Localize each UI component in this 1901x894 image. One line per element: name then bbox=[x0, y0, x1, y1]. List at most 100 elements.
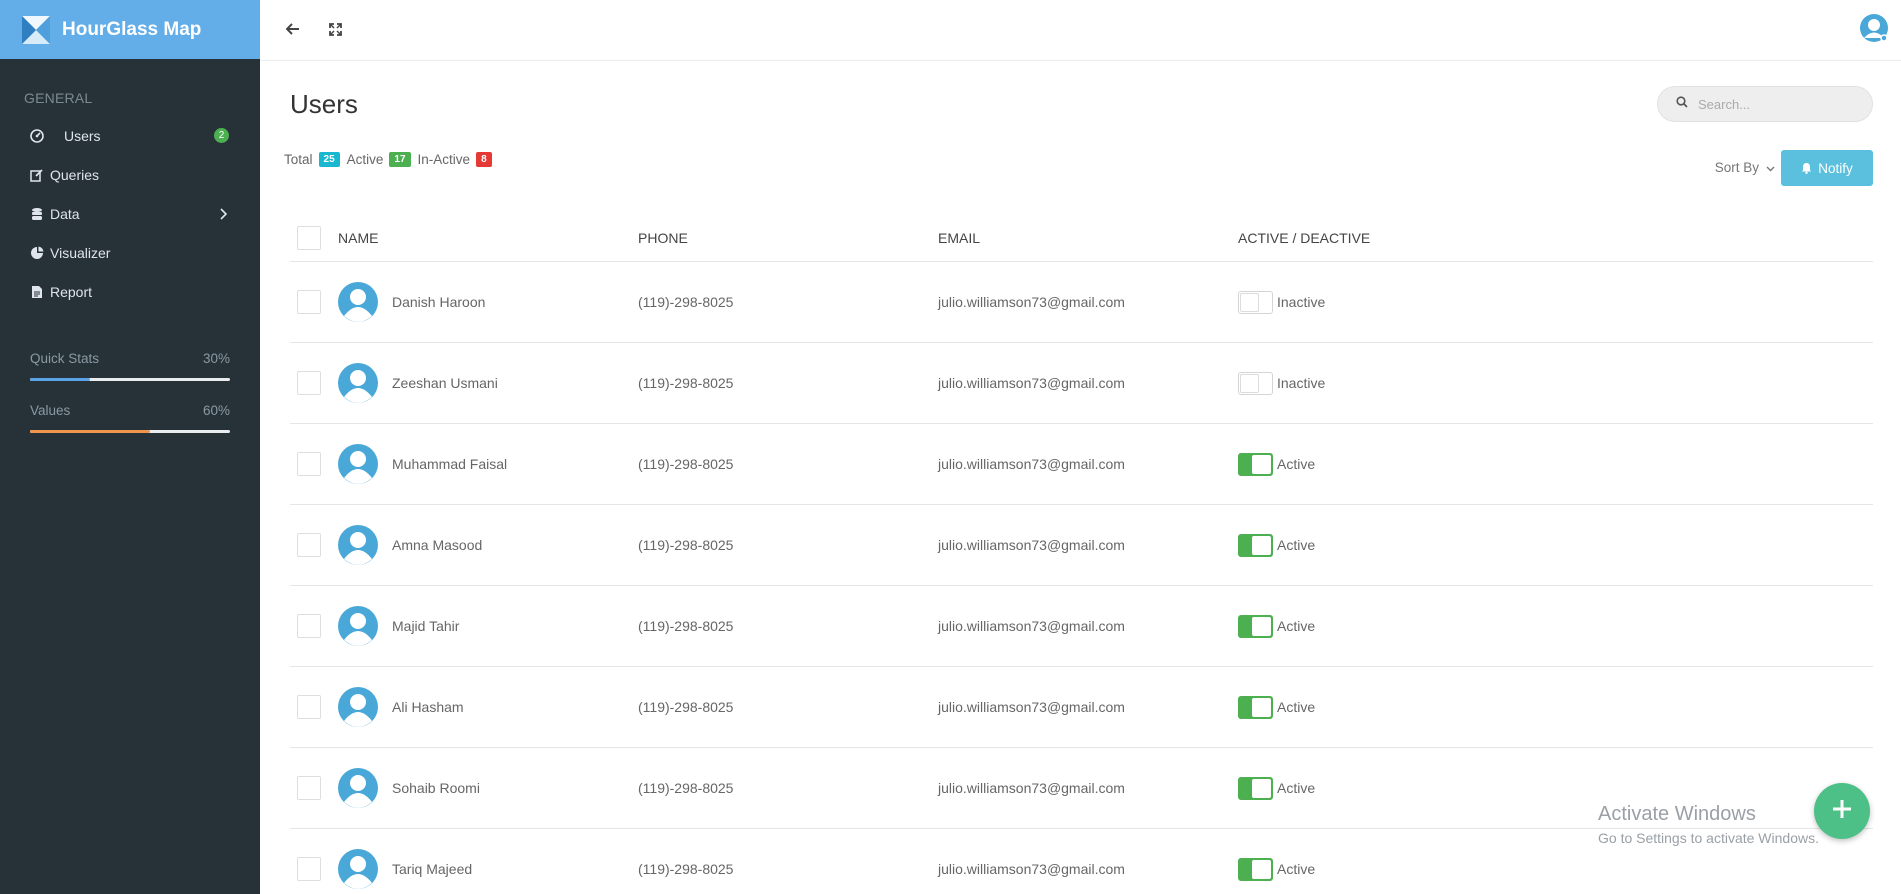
notify-button[interactable]: Notify bbox=[1781, 150, 1873, 186]
avatar bbox=[338, 282, 378, 322]
user-counts: Total 25 Active 17 In-Active 8 bbox=[284, 152, 499, 167]
progress-fill bbox=[30, 378, 90, 381]
row-checkbox[interactable] bbox=[297, 614, 321, 638]
nav-section-label: GENERAL bbox=[24, 90, 93, 106]
add-user-fab[interactable] bbox=[1814, 783, 1870, 839]
status-toggle[interactable] bbox=[1238, 371, 1273, 395]
brand[interactable]: HourGlass Map bbox=[0, 0, 260, 59]
row-checkbox[interactable] bbox=[297, 452, 321, 476]
values-progress-bar bbox=[30, 430, 230, 433]
status-toggle[interactable] bbox=[1238, 533, 1273, 557]
status-cell: Active bbox=[1238, 452, 1315, 476]
email-cell: julio.williamson73@gmail.com bbox=[938, 618, 1125, 634]
row-checkbox[interactable] bbox=[297, 533, 321, 557]
email-cell: julio.williamson73@gmail.com bbox=[938, 375, 1125, 391]
row-checkbox[interactable] bbox=[297, 290, 321, 314]
sidebar-item-queries[interactable]: Queries bbox=[0, 155, 260, 194]
stat-label: Values bbox=[30, 403, 71, 418]
sidebar-item-label: Queries bbox=[50, 166, 100, 183]
hourglass-logo-icon bbox=[22, 15, 50, 44]
stat-label: Quick Stats bbox=[30, 351, 100, 366]
phone-cell: (119)-298-8025 bbox=[638, 375, 734, 391]
sidebar-item-users[interactable]: Users 2 bbox=[0, 116, 260, 155]
status-toggle[interactable] bbox=[1238, 695, 1273, 719]
status-cell: Active bbox=[1238, 695, 1315, 719]
stat-value: 60% bbox=[202, 403, 230, 418]
phone-cell: (119)-298-8025 bbox=[638, 780, 734, 796]
sidebar-item-label: Report bbox=[50, 283, 93, 300]
column-header-status: ACTIVE / DEACTIVE bbox=[1238, 230, 1371, 246]
database-icon bbox=[30, 207, 44, 221]
status-cell: Active bbox=[1238, 776, 1316, 800]
email-cell: julio.williamson73@gmail.com bbox=[938, 699, 1125, 715]
name-cell: Muhammad Faisal bbox=[338, 444, 638, 484]
sidebar-item-report[interactable]: Report bbox=[0, 272, 260, 311]
plus-icon bbox=[1831, 798, 1853, 825]
sidebar-nav: Users 2 Queries Data Visualizer Report bbox=[0, 116, 260, 311]
status-cell: Active bbox=[1238, 614, 1316, 638]
fullscreen-icon[interactable] bbox=[326, 20, 344, 38]
row-checkbox[interactable] bbox=[297, 695, 321, 719]
status-label: Active bbox=[1277, 618, 1316, 634]
avatar bbox=[338, 606, 378, 646]
watermark-title: Activate Windows bbox=[1598, 803, 1756, 825]
status-toggle[interactable] bbox=[1238, 857, 1273, 881]
chevron-down-icon bbox=[1766, 160, 1775, 175]
main-content: Users Total 25 Active 17 In-Active 8 Sor… bbox=[260, 61, 1901, 894]
user-name: Ali Hasham bbox=[392, 699, 464, 715]
user-name: Muhammad Faisal bbox=[392, 456, 508, 472]
sidebar-item-data[interactable]: Data bbox=[0, 194, 260, 233]
phone-cell: (119)-298-8025 bbox=[638, 456, 734, 472]
status-toggle[interactable] bbox=[1238, 290, 1273, 314]
email-cell: julio.williamson73@gmail.com bbox=[938, 456, 1125, 472]
user-avatar[interactable] bbox=[1859, 13, 1889, 43]
search-box[interactable] bbox=[1657, 86, 1873, 122]
sidebar-item-label: Visualizer bbox=[50, 244, 111, 261]
status-toggle[interactable] bbox=[1238, 614, 1273, 638]
table-header: NAME PHONE EMAIL ACTIVE / DEACTIVE bbox=[290, 215, 1873, 262]
edit-icon bbox=[30, 168, 44, 182]
table-row: Amna Masood (119)-298-8025 julio.william… bbox=[290, 505, 1873, 586]
table-row: Muhammad Faisal (119)-298-8025 julio.wil… bbox=[290, 424, 1873, 505]
chevron-right-icon bbox=[219, 207, 228, 223]
row-checkbox[interactable] bbox=[297, 857, 321, 881]
bell-icon bbox=[1801, 162, 1812, 174]
back-arrow-icon[interactable] bbox=[284, 20, 302, 38]
sort-by-dropdown[interactable]: Sort By bbox=[1715, 160, 1775, 175]
user-name: Majid Tahir bbox=[392, 618, 460, 634]
sidebar-item-label: Users bbox=[64, 127, 101, 144]
name-cell: Tariq Majeed bbox=[338, 849, 638, 889]
status-cell: Active bbox=[1238, 857, 1316, 881]
app-title: HourGlass Map bbox=[62, 18, 202, 40]
email-cell: julio.williamson73@gmail.com bbox=[938, 294, 1125, 310]
status-label: Active bbox=[1277, 537, 1316, 553]
total-label: Total bbox=[284, 152, 313, 167]
total-count-badge: 25 bbox=[318, 152, 340, 167]
status-toggle[interactable] bbox=[1238, 776, 1273, 800]
name-cell: Danish Haroon bbox=[338, 282, 638, 322]
row-checkbox[interactable] bbox=[297, 776, 321, 800]
sidebar-item-visualizer[interactable]: Visualizer bbox=[0, 233, 260, 272]
user-name: Danish Haroon bbox=[392, 294, 486, 310]
status-toggle[interactable] bbox=[1238, 452, 1273, 476]
avatar bbox=[338, 687, 378, 727]
avatar bbox=[338, 525, 378, 565]
users-count-badge: 2 bbox=[214, 128, 229, 143]
row-checkbox[interactable] bbox=[297, 371, 321, 395]
avatar bbox=[338, 363, 378, 403]
email-cell: julio.williamson73@gmail.com bbox=[938, 780, 1125, 796]
sort-by-label: Sort By bbox=[1714, 160, 1759, 175]
top-bar bbox=[260, 0, 1901, 61]
select-all-checkbox[interactable] bbox=[297, 226, 321, 250]
avatar bbox=[338, 444, 378, 484]
table-row: Danish Haroon (119)-298-8025 julio.willi… bbox=[290, 262, 1873, 343]
name-cell: Zeeshan Usmani bbox=[338, 363, 638, 403]
status-label: Active bbox=[1277, 780, 1316, 796]
active-count-badge: 17 bbox=[389, 152, 411, 167]
search-input[interactable] bbox=[1698, 96, 1858, 112]
table-row: Ali Hasham (119)-298-8025 julio.williams… bbox=[290, 667, 1873, 748]
column-header-phone: PHONE bbox=[638, 230, 688, 246]
notify-label: Notify bbox=[1818, 160, 1853, 176]
status-cell: Inactive bbox=[1238, 371, 1325, 395]
status-label: Active bbox=[1277, 861, 1316, 877]
